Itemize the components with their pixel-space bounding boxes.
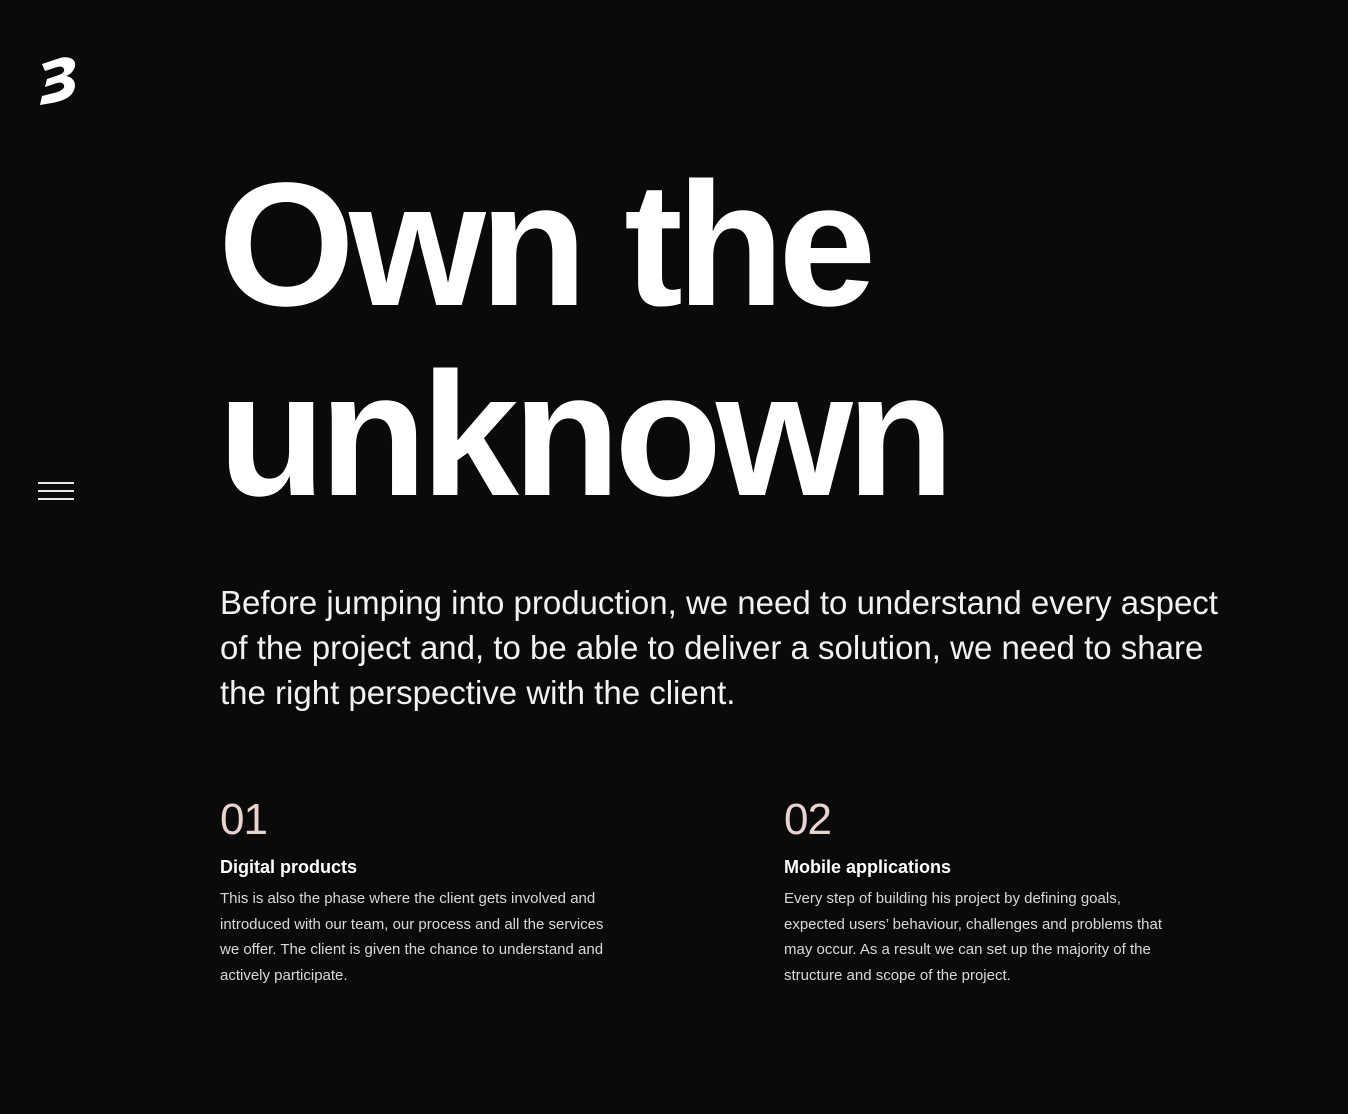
feature-item-digital-products: 01 Digital products This is also the pha… [220, 792, 610, 988]
feature-number: 02 [784, 795, 832, 844]
feature-title: Mobile applications [784, 857, 952, 877]
feature-item-mobile-applications: 02 Mobile applications Every step of bui… [784, 792, 1174, 988]
hero-title-line-1: Own the [218, 147, 876, 343]
hamburger-menu-icon[interactable] [38, 482, 74, 500]
hero-title-line-2: unknown [218, 337, 954, 533]
menu-line [38, 498, 74, 500]
b-logo-icon[interactable] [38, 54, 78, 106]
feature-description: Every step of building his project by de… [784, 890, 1163, 984]
hero-title: Own the unknown [218, 147, 954, 533]
feature-title: Digital products [220, 857, 358, 877]
feature-description: This is also the phase where the client … [220, 890, 604, 984]
intro-paragraph: Before jumping into production, we need … [220, 584, 1218, 711]
menu-line [38, 482, 74, 484]
features-section: 01 Digital products This is also the pha… [220, 792, 1220, 988]
feature-number: 01 [220, 795, 268, 844]
menu-line [38, 490, 74, 492]
